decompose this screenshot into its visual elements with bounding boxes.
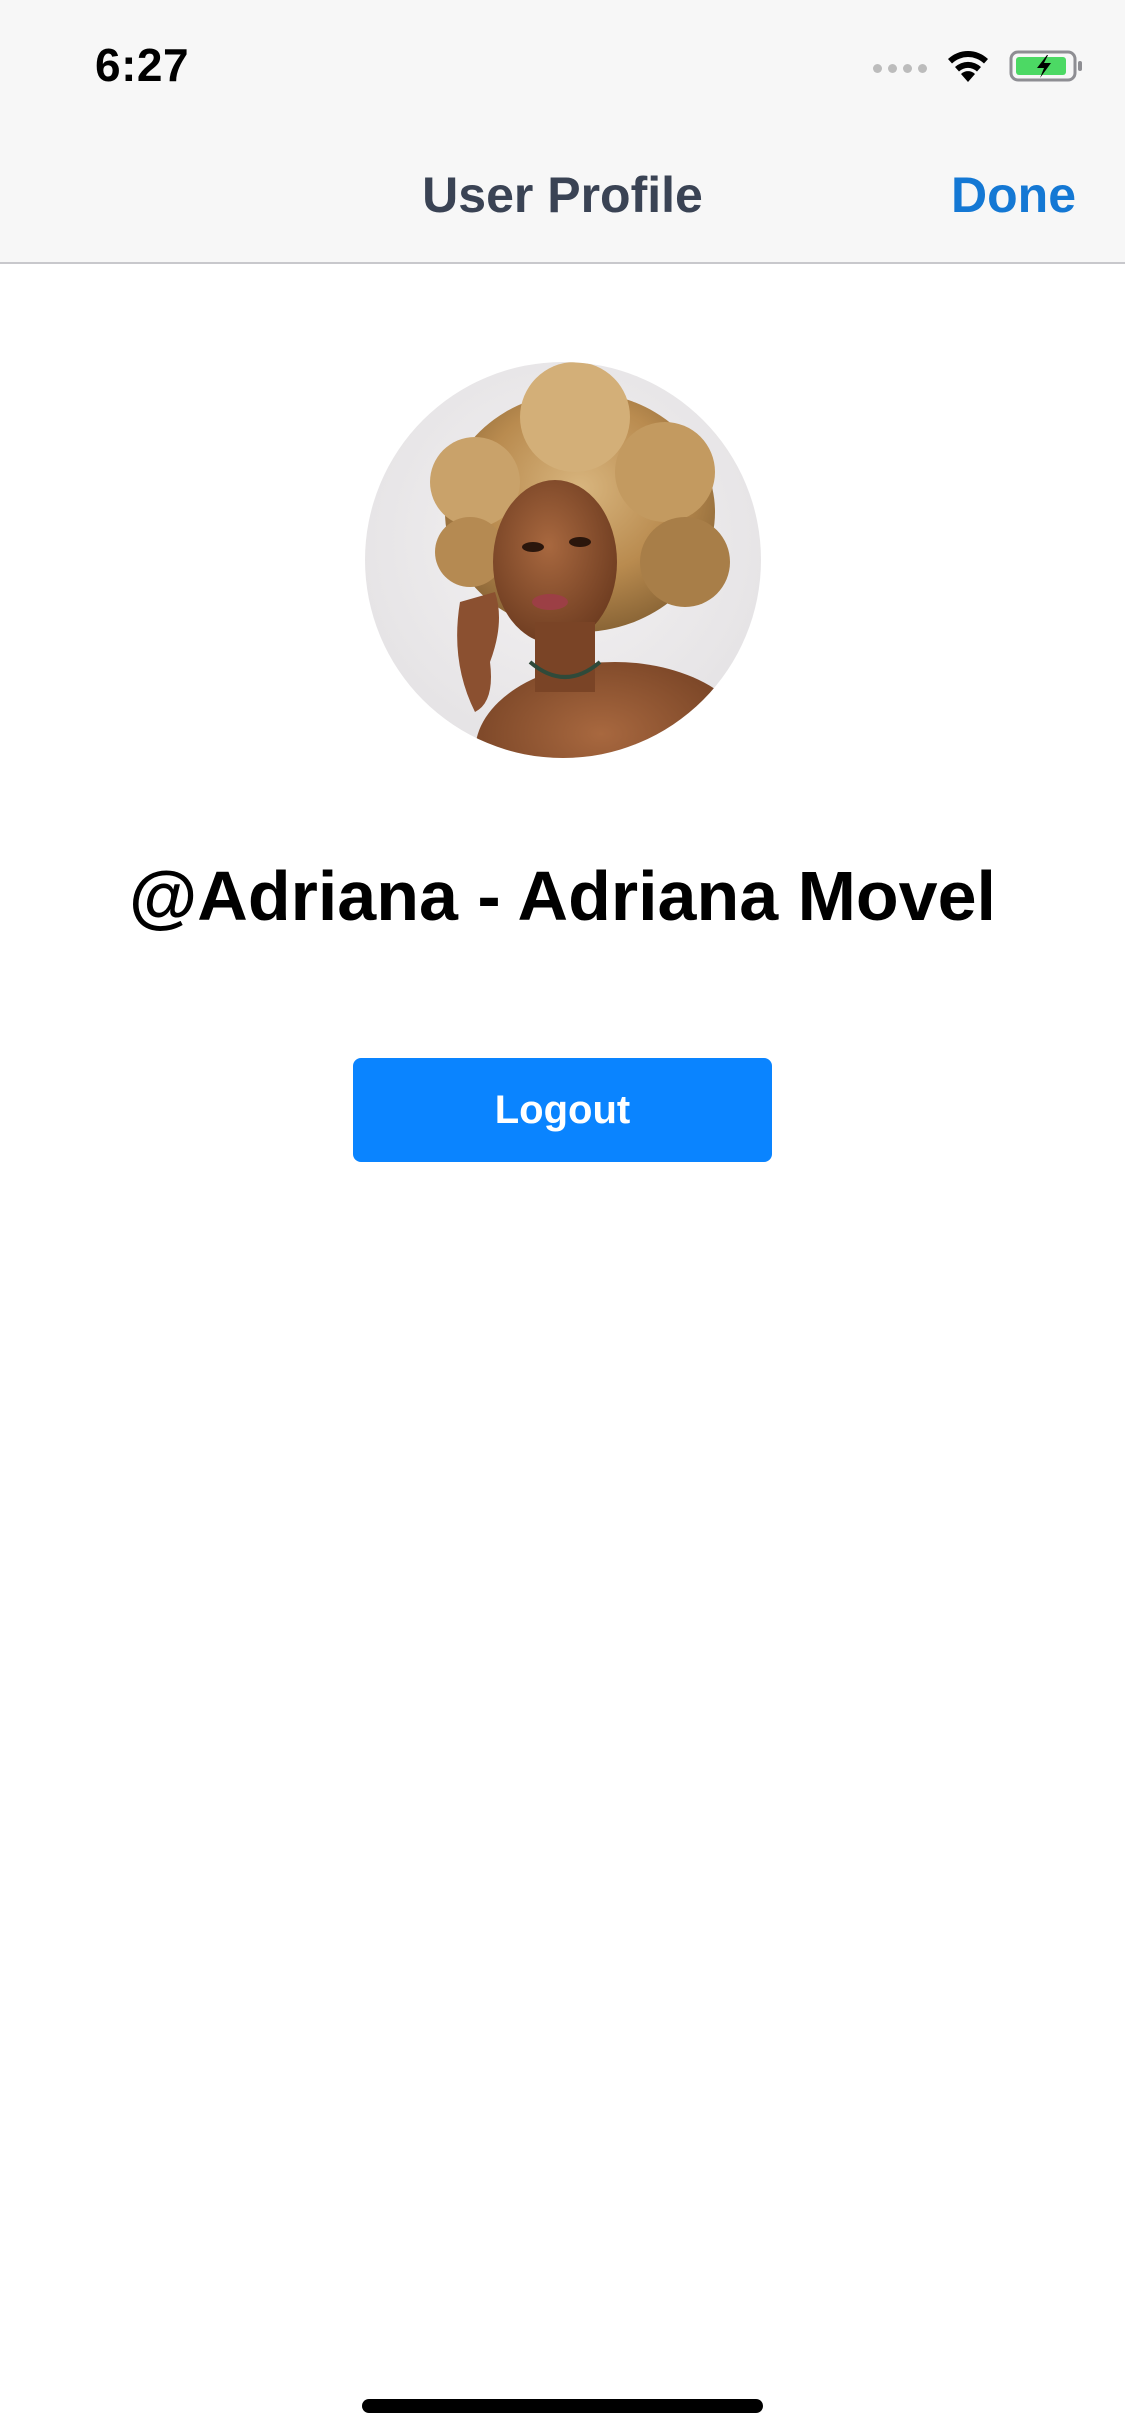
status-icons [873, 48, 1085, 89]
battery-charging-icon [1009, 48, 1085, 89]
wifi-icon [945, 48, 991, 89]
done-button[interactable]: Done [951, 166, 1076, 224]
profile-name: @Adriana - Adriana Movel [129, 857, 996, 935]
top-bar: 6:27 User Profile Done [0, 0, 1125, 264]
avatar [365, 362, 761, 758]
user-profile-screen: 6:27 User Profile Done @Adriana - Adrian… [0, 0, 1125, 2436]
status-time: 6:27 [95, 39, 190, 91]
home-indicator[interactable] [362, 2399, 763, 2413]
logout-button[interactable]: Logout [353, 1058, 772, 1162]
signal-dots-icon [873, 54, 927, 84]
